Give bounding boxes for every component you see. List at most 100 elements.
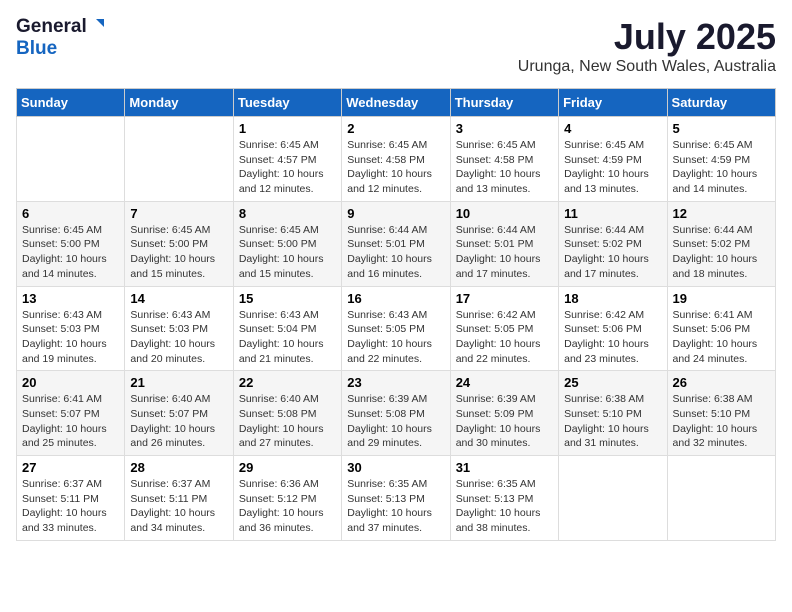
day-info: Sunrise: 6:39 AM Sunset: 5:09 PM Dayligh… — [456, 392, 553, 451]
day-info: Sunrise: 6:45 AM Sunset: 4:59 PM Dayligh… — [564, 138, 661, 197]
weekday-header: Thursday — [450, 89, 558, 117]
calendar-week-row: 27 Sunrise: 6:37 AM Sunset: 5:11 PM Dayli… — [17, 456, 776, 541]
calendar-cell: 27 Sunrise: 6:37 AM Sunset: 5:11 PM Dayli… — [17, 456, 125, 541]
logo-wing-icon — [88, 19, 104, 35]
day-number: 23 — [347, 375, 444, 390]
calendar-cell: 7 Sunrise: 6:45 AM Sunset: 5:00 PM Daylig… — [125, 201, 233, 286]
day-number: 10 — [456, 206, 553, 221]
day-info: Sunrise: 6:43 AM Sunset: 5:03 PM Dayligh… — [22, 308, 119, 367]
day-number: 3 — [456, 121, 553, 136]
calendar-week-row: 20Sunrise: 6:41 AM Sunset: 5:07 PM Dayli… — [17, 371, 776, 456]
day-number: 21 — [130, 375, 227, 390]
calendar-cell: 14Sunrise: 6:43 AM Sunset: 5:03 PM Dayli… — [125, 286, 233, 371]
calendar-cell: 19 Sunrise: 6:41 AM Sunset: 5:06 PM Dayli… — [667, 286, 775, 371]
day-number: 14 — [130, 291, 227, 306]
day-info: Sunrise: 6:41 AM Sunset: 5:06 PM Dayligh… — [673, 308, 770, 367]
day-info: Sunrise: 6:38 AM Sunset: 5:10 PM Dayligh… — [564, 392, 661, 451]
calendar-cell: 2Sunrise: 6:45 AM Sunset: 4:58 PM Daylig… — [342, 117, 450, 202]
day-number: 27 — [22, 460, 119, 475]
day-info: Sunrise: 6:45 AM Sunset: 5:00 PM Dayligh… — [239, 223, 336, 282]
calendar-cell: 30 Sunrise: 6:35 AM Sunset: 5:13 PM Dayli… — [342, 456, 450, 541]
day-info: Sunrise: 6:35 AM Sunset: 5:13 PM Dayligh… — [456, 477, 553, 536]
day-info: Sunrise: 6:45 AM Sunset: 4:59 PM Dayligh… — [673, 138, 770, 197]
calendar-header-row: SundayMondayTuesdayWednesdayThursdayFrid… — [17, 89, 776, 117]
calendar-cell: 29Sunrise: 6:36 AM Sunset: 5:12 PM Dayli… — [233, 456, 341, 541]
calendar-cell: 1 Sunrise: 6:45 AM Sunset: 4:57 PM Daylig… — [233, 117, 341, 202]
day-number: 1 — [239, 121, 336, 136]
day-info: Sunrise: 6:37 AM Sunset: 5:11 PM Dayligh… — [22, 477, 119, 536]
calendar-cell — [125, 117, 233, 202]
calendar-week-row: 6Sunrise: 6:45 AM Sunset: 5:00 PM Daylig… — [17, 201, 776, 286]
calendar-cell: 5 Sunrise: 6:45 AM Sunset: 4:59 PM Daylig… — [667, 117, 775, 202]
day-info: Sunrise: 6:45 AM Sunset: 5:00 PM Dayligh… — [22, 223, 119, 282]
calendar-cell: 17 Sunrise: 6:42 AM Sunset: 5:05 PM Dayli… — [450, 286, 558, 371]
calendar-cell: 24Sunrise: 6:39 AM Sunset: 5:09 PM Dayli… — [450, 371, 558, 456]
day-number: 19 — [673, 291, 770, 306]
calendar-week-row: 13 Sunrise: 6:43 AM Sunset: 5:03 PM Dayli… — [17, 286, 776, 371]
day-number: 2 — [347, 121, 444, 136]
day-number: 17 — [456, 291, 553, 306]
logo: General Blue — [16, 16, 105, 60]
title-area: July 2025 Urunga, New South Wales, Austr… — [518, 16, 776, 76]
day-number: 5 — [673, 121, 770, 136]
calendar-cell: 13 Sunrise: 6:43 AM Sunset: 5:03 PM Dayli… — [17, 286, 125, 371]
day-number: 31 — [456, 460, 553, 475]
calendar-cell: 8 Sunrise: 6:45 AM Sunset: 5:00 PM Daylig… — [233, 201, 341, 286]
weekday-header: Sunday — [17, 89, 125, 117]
day-number: 28 — [130, 460, 227, 475]
day-info: Sunrise: 6:35 AM Sunset: 5:13 PM Dayligh… — [347, 477, 444, 536]
logo-general: General — [16, 16, 87, 38]
logo-blue: Blue — [16, 38, 57, 59]
calendar-cell: 4 Sunrise: 6:45 AM Sunset: 4:59 PM Daylig… — [559, 117, 667, 202]
day-info: Sunrise: 6:38 AM Sunset: 5:10 PM Dayligh… — [673, 392, 770, 451]
day-info: Sunrise: 6:44 AM Sunset: 5:02 PM Dayligh… — [564, 223, 661, 282]
calendar-cell: 9Sunrise: 6:44 AM Sunset: 5:01 PM Daylig… — [342, 201, 450, 286]
day-info: Sunrise: 6:45 AM Sunset: 4:58 PM Dayligh… — [456, 138, 553, 197]
day-number: 16 — [347, 291, 444, 306]
day-number: 12 — [673, 206, 770, 221]
calendar-cell: 6Sunrise: 6:45 AM Sunset: 5:00 PM Daylig… — [17, 201, 125, 286]
location-title: Urunga, New South Wales, Australia — [518, 58, 776, 76]
day-number: 15 — [239, 291, 336, 306]
weekday-header: Tuesday — [233, 89, 341, 117]
day-info: Sunrise: 6:44 AM Sunset: 5:01 PM Dayligh… — [456, 223, 553, 282]
calendar-cell — [559, 456, 667, 541]
day-info: Sunrise: 6:42 AM Sunset: 5:05 PM Dayligh… — [456, 308, 553, 367]
day-number: 7 — [130, 206, 227, 221]
day-info: Sunrise: 6:45 AM Sunset: 4:57 PM Dayligh… — [239, 138, 336, 197]
calendar-cell — [667, 456, 775, 541]
day-info: Sunrise: 6:44 AM Sunset: 5:01 PM Dayligh… — [347, 223, 444, 282]
calendar-week-row: 1 Sunrise: 6:45 AM Sunset: 4:57 PM Daylig… — [17, 117, 776, 202]
day-number: 4 — [564, 121, 661, 136]
day-number: 30 — [347, 460, 444, 475]
day-info: Sunrise: 6:39 AM Sunset: 5:08 PM Dayligh… — [347, 392, 444, 451]
weekday-header: Saturday — [667, 89, 775, 117]
day-info: Sunrise: 6:44 AM Sunset: 5:02 PM Dayligh… — [673, 223, 770, 282]
day-info: Sunrise: 6:40 AM Sunset: 5:08 PM Dayligh… — [239, 392, 336, 451]
calendar-cell: 21 Sunrise: 6:40 AM Sunset: 5:07 PM Dayli… — [125, 371, 233, 456]
day-info: Sunrise: 6:37 AM Sunset: 5:11 PM Dayligh… — [130, 477, 227, 536]
calendar-cell: 18 Sunrise: 6:42 AM Sunset: 5:06 PM Dayli… — [559, 286, 667, 371]
day-info: Sunrise: 6:43 AM Sunset: 5:04 PM Dayligh… — [239, 308, 336, 367]
calendar-cell — [17, 117, 125, 202]
calendar-cell: 20Sunrise: 6:41 AM Sunset: 5:07 PM Dayli… — [17, 371, 125, 456]
day-number: 13 — [22, 291, 119, 306]
calendar-table: SundayMondayTuesdayWednesdayThursdayFrid… — [16, 88, 776, 541]
calendar-cell: 16 Sunrise: 6:43 AM Sunset: 5:05 PM Dayli… — [342, 286, 450, 371]
calendar-cell: 12 Sunrise: 6:44 AM Sunset: 5:02 PM Dayli… — [667, 201, 775, 286]
day-number: 8 — [239, 206, 336, 221]
day-info: Sunrise: 6:40 AM Sunset: 5:07 PM Dayligh… — [130, 392, 227, 451]
day-info: Sunrise: 6:45 AM Sunset: 5:00 PM Dayligh… — [130, 223, 227, 282]
weekday-header: Monday — [125, 89, 233, 117]
day-number: 11 — [564, 206, 661, 221]
day-info: Sunrise: 6:42 AM Sunset: 5:06 PM Dayligh… — [564, 308, 661, 367]
day-info: Sunrise: 6:43 AM Sunset: 5:05 PM Dayligh… — [347, 308, 444, 367]
calendar-cell: 25Sunrise: 6:38 AM Sunset: 5:10 PM Dayli… — [559, 371, 667, 456]
calendar-cell: 3 Sunrise: 6:45 AM Sunset: 4:58 PM Daylig… — [450, 117, 558, 202]
day-number: 29 — [239, 460, 336, 475]
calendar-cell: 22Sunrise: 6:40 AM Sunset: 5:08 PM Dayli… — [233, 371, 341, 456]
calendar-cell: 11 Sunrise: 6:44 AM Sunset: 5:02 PM Dayli… — [559, 201, 667, 286]
calendar-cell: 26Sunrise: 6:38 AM Sunset: 5:10 PM Dayli… — [667, 371, 775, 456]
calendar-cell: 28 Sunrise: 6:37 AM Sunset: 5:11 PM Dayli… — [125, 456, 233, 541]
day-number: 18 — [564, 291, 661, 306]
